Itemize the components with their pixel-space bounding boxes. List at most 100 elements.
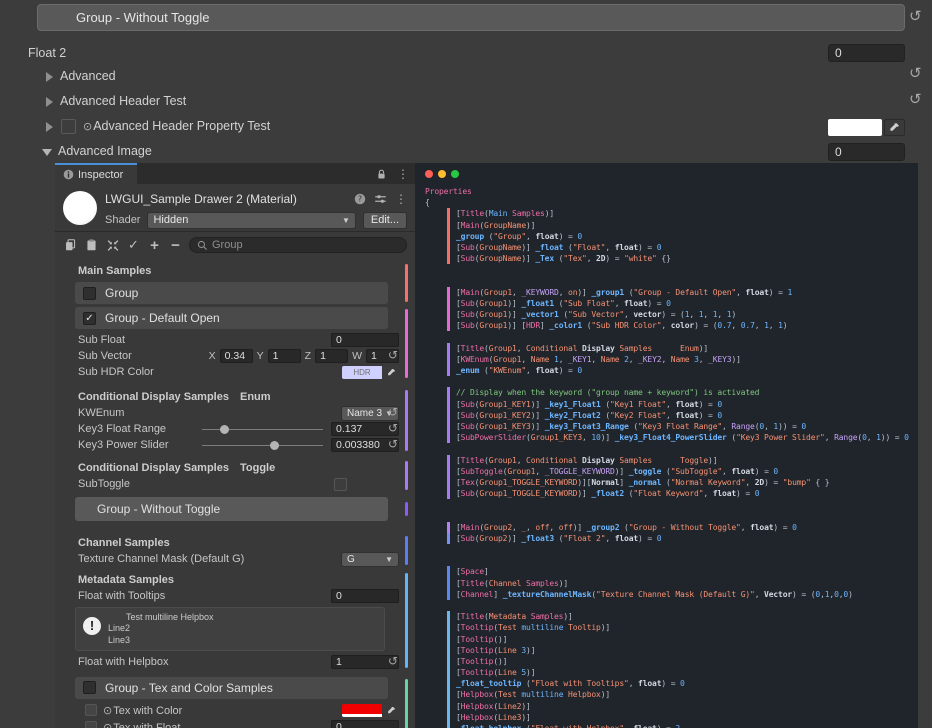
maximize-window-dot[interactable] [451, 170, 459, 178]
window-controls [425, 170, 918, 178]
shader-dropdown[interactable]: Hidden ▼ [147, 212, 355, 229]
group-default-open-checkbox[interactable]: ✓ [83, 312, 96, 325]
subtoggle-label: SubToggle [78, 478, 334, 490]
advanced-header-property-test-checkbox[interactable] [61, 119, 76, 134]
group-foldout-header[interactable]: Group [75, 282, 388, 304]
code-line: [Main(Group1, _KEYWORD, on)] _group1 ("G… [447, 287, 918, 298]
eyedropper-button[interactable] [383, 366, 399, 379]
remove-icon[interactable]: − [168, 238, 183, 253]
add-icon[interactable]: + [147, 238, 162, 253]
code-line: [Main(GroupName)] [447, 220, 918, 231]
advanced-foldout-arrow-icon[interactable] [46, 72, 53, 82]
code-line: [Sub(Group1_KEY2)] _key2_Float2 ("Key2 F… [447, 410, 918, 421]
slider-thumb[interactable] [270, 441, 279, 450]
subtoggle-checkbox[interactable] [334, 478, 347, 491]
hdr-color-swatch[interactable]: HDR [342, 366, 382, 379]
search-input-value: Group [212, 239, 243, 251]
help-icon[interactable]: ? [354, 193, 366, 205]
search-input[interactable]: Group [189, 237, 407, 253]
revert-icon[interactable]: ↺ [388, 422, 398, 434]
material-preview-sphere[interactable] [63, 191, 97, 225]
code-line [447, 331, 918, 342]
advanced-image-foldout-arrow-icon[interactable] [42, 149, 52, 156]
revert-icon[interactable]: ↺ [388, 438, 398, 450]
svg-text:?: ? [358, 194, 362, 203]
accent-bar [405, 536, 408, 565]
revert-icon[interactable]: ↺ [909, 9, 922, 24]
key3-power-slider-label: Key3 Power Slider [78, 439, 200, 451]
lock-icon[interactable] [376, 168, 387, 180]
code-line [447, 600, 918, 611]
code-line [447, 555, 918, 566]
color-swatch-white[interactable] [828, 119, 882, 136]
key3-float-range-slider[interactable] [202, 422, 323, 436]
tex-with-float-field[interactable]: 0 [331, 720, 399, 728]
revert-icon[interactable]: ↺ [909, 66, 922, 81]
kebab-menu-icon[interactable]: ⋮ [395, 193, 407, 205]
texture-channel-mask-dropdown[interactable]: G▼ [341, 552, 399, 567]
search-icon [197, 240, 208, 251]
checkmark-icon[interactable]: ✓ [126, 238, 141, 253]
section-header: Channel Samples [55, 534, 399, 551]
tab-inspector[interactable]: Inspector [55, 163, 137, 184]
tab-inspector-label: Inspector [78, 169, 123, 181]
red-color-swatch[interactable] [342, 704, 382, 717]
group-checkbox[interactable] [83, 287, 96, 300]
section-metadata-samples: Metadata Samples Float with Tooltips 0 !… [55, 571, 415, 670]
sub-vector-x-field[interactable]: 0.34 [220, 349, 253, 363]
revert-icon[interactable]: ↺ [388, 406, 398, 418]
group-tex-color-foldout-header[interactable]: Group - Tex and Color Samples [75, 677, 388, 699]
advanced-image-field[interactable]: 0 [828, 143, 905, 161]
eyedropper-button[interactable] [884, 119, 905, 136]
section-conditional-toggle: Conditional Display Samples Toggle SubTo… [55, 459, 415, 492]
eyedropper-button[interactable] [383, 704, 399, 717]
group-without-toggle-header-bar[interactable]: Group - Without Toggle [37, 4, 905, 31]
float-with-tooltips-field[interactable]: 0 [331, 589, 399, 603]
advanced-header-property-test-foldout-arrow-icon[interactable] [46, 122, 53, 132]
edit-shader-button[interactable]: Edit... [363, 212, 407, 229]
section-main-samples: Main Samples Group [55, 262, 415, 304]
sub-vector-z-field[interactable]: 1 [315, 349, 348, 363]
eyedropper-icon [889, 122, 900, 133]
code-line: _float_helpbox ("Float with Helpbox", fl… [447, 723, 918, 728]
shader-code-editor[interactable]: Properties{[Title(Main Samples)][Main(Gr… [415, 163, 918, 728]
collapse-all-icon[interactable] [105, 238, 120, 253]
code-line: _float_tooltip ("Float with Tooltips", f… [447, 678, 918, 689]
screenshot-root: Group - Without Toggle ↺ Float 2 0 Advan… [0, 0, 932, 728]
override-dot-icon: ⊙ [83, 120, 92, 133]
advanced-header-test-foldout-arrow-icon[interactable] [46, 97, 53, 107]
code-line: [Tooltip()] [447, 656, 918, 667]
axis-z-label: Z [305, 350, 311, 362]
group-tex-color-checkbox[interactable] [83, 681, 96, 694]
sub-vector-y-field[interactable]: 1 [268, 349, 301, 363]
accent-bar [405, 264, 408, 302]
texture-thumbnail[interactable] [85, 721, 97, 728]
revert-icon[interactable]: ↺ [909, 92, 922, 107]
sub-vector-row: Sub Vector X 0.34 Y 1 Z 1 W 1 ↺ [55, 348, 399, 364]
kwenum-label: KWEnum [78, 407, 341, 419]
paste-icon[interactable] [84, 238, 99, 253]
code-line: [Tooltip(Line 5)] [447, 667, 918, 678]
group-without-toggle-foldout-header[interactable]: Group - Without Toggle [75, 497, 388, 521]
code-line: [Tex(Group1_TOGGLE_KEYWORD)][Normal] _no… [447, 477, 918, 488]
code-line [447, 510, 918, 521]
section-conditional-enum: Conditional Display Samples Enum KWEnum … [55, 388, 415, 453]
code-lines: Properties{[Title(Main Samples)][Main(Gr… [425, 186, 918, 728]
texture-thumbnail[interactable] [85, 704, 97, 716]
close-window-dot[interactable] [425, 170, 433, 178]
float2-field[interactable]: 0 [828, 44, 905, 62]
slider-thumb[interactable] [220, 425, 229, 434]
preset-icon[interactable] [374, 193, 387, 205]
minimize-window-dot[interactable] [438, 170, 446, 178]
revert-icon[interactable]: ↺ [388, 349, 398, 361]
sub-float-field[interactable]: 0 [331, 333, 399, 347]
revert-icon[interactable]: ↺ [388, 655, 398, 667]
key3-power-slider[interactable] [202, 438, 323, 452]
group-default-open-foldout-header[interactable]: ✓ Group - Default Open [75, 307, 388, 329]
shader-dropdown-value: Hidden [153, 214, 188, 226]
float2-value: 0 [835, 46, 842, 60]
kebab-menu-icon[interactable]: ⋮ [397, 168, 409, 180]
tex-with-color-row: ⊙Tex with Color [55, 702, 399, 719]
group-tex-color-label: Group - Tex and Color Samples [105, 681, 273, 695]
copy-icon[interactable] [63, 238, 78, 253]
